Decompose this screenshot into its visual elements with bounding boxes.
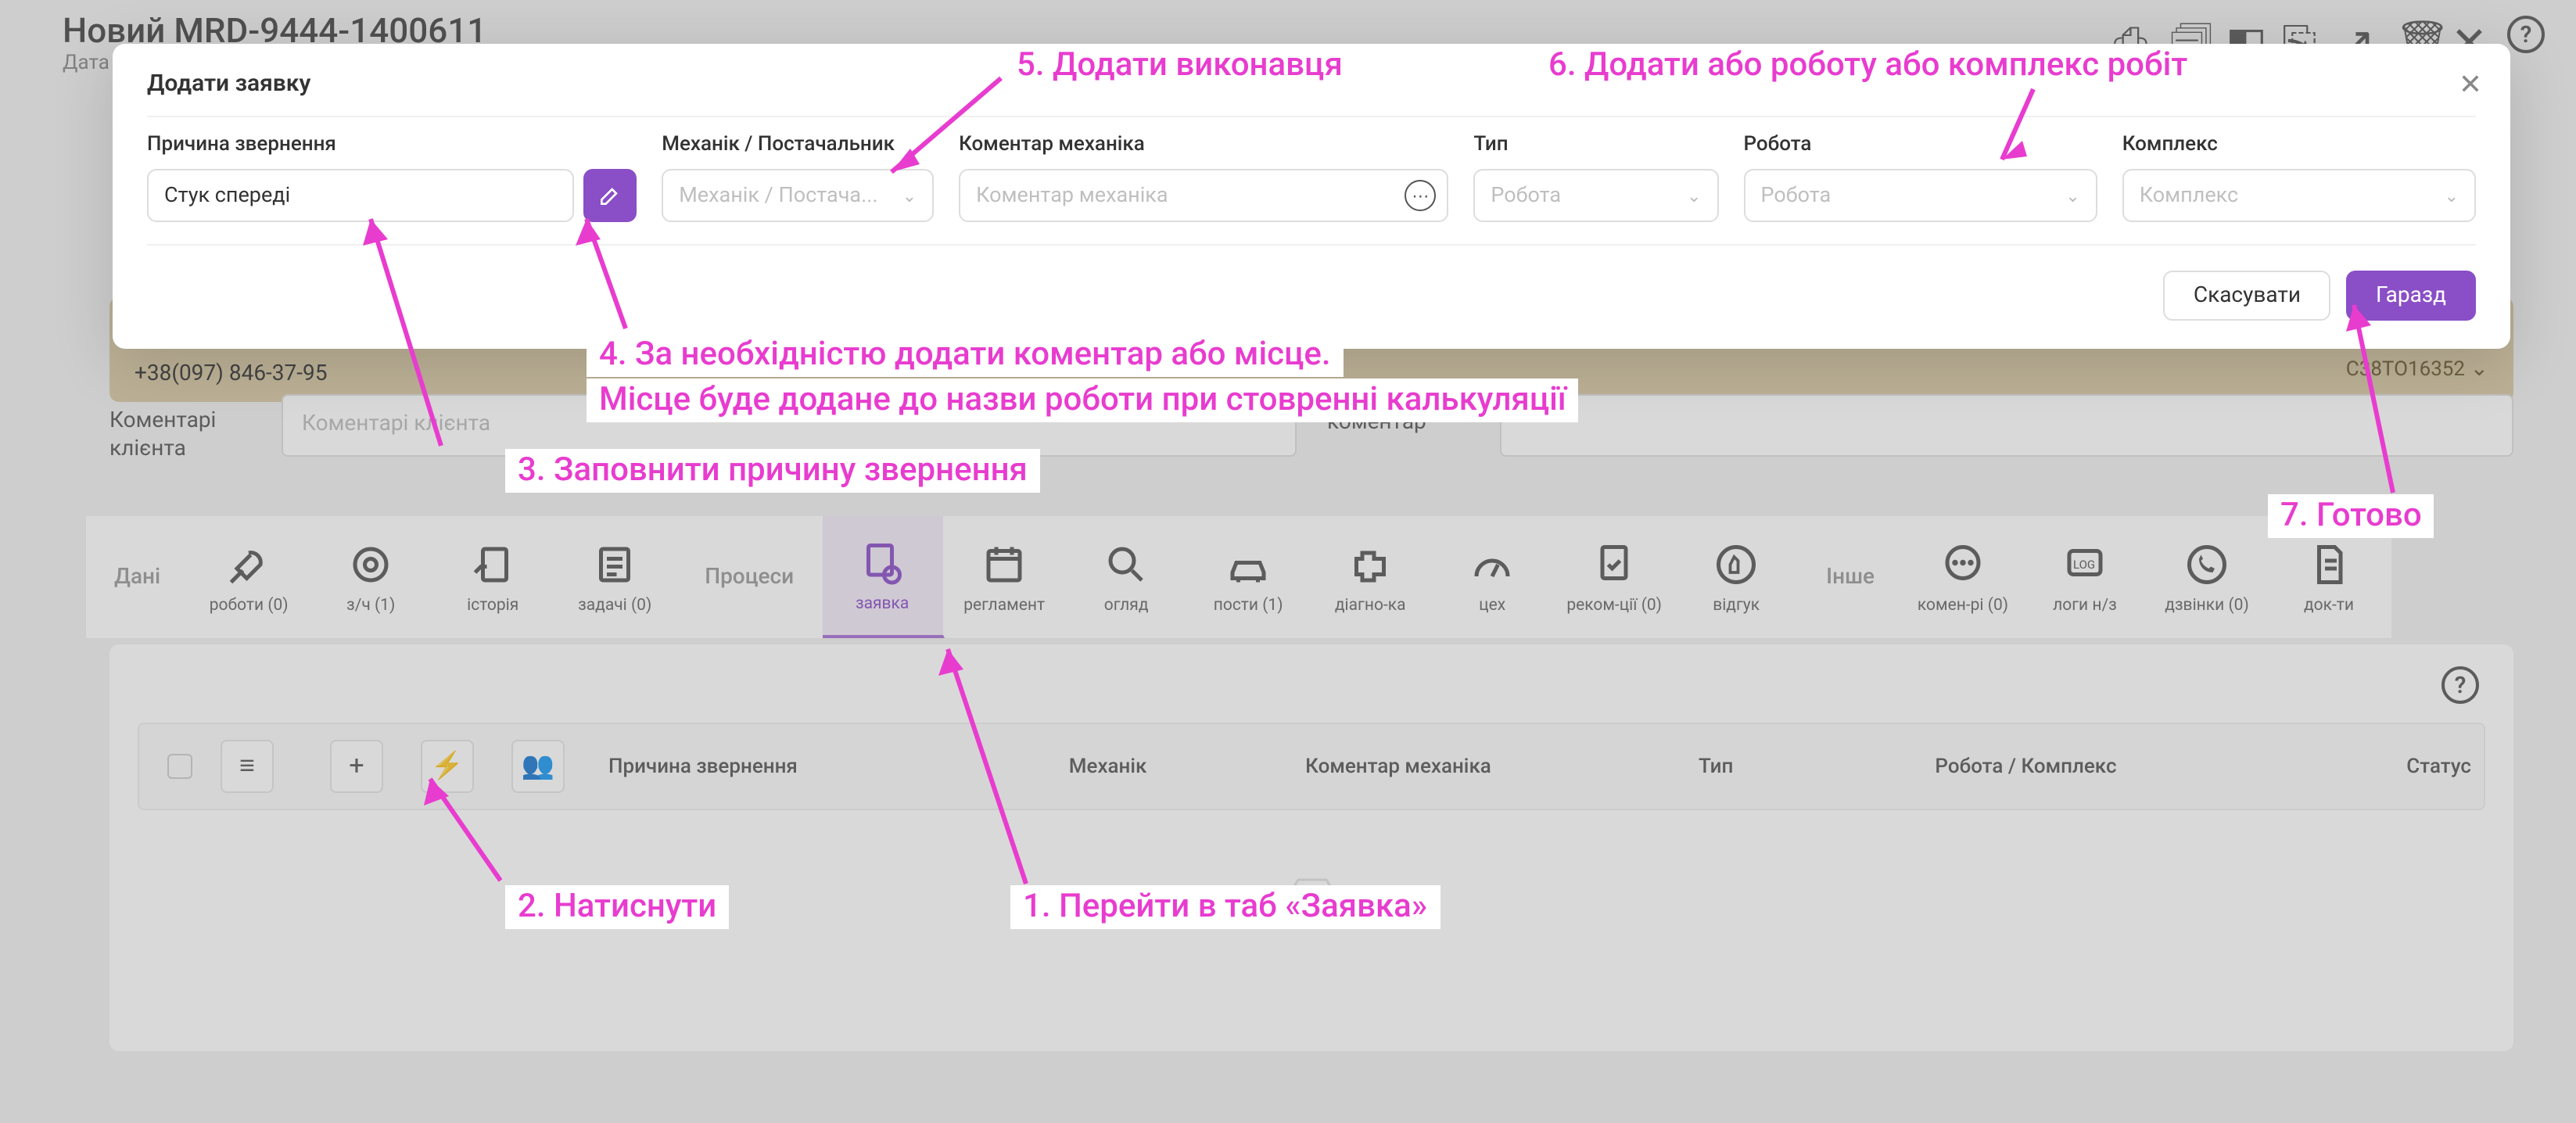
col-type: Тип [1699, 755, 1922, 778]
col-mechanic: Механік [1069, 755, 1293, 778]
car-clipboard-icon [469, 540, 516, 587]
modal-close-button[interactable]: ✕ [2459, 69, 2482, 102]
engine-icon [1347, 540, 1394, 587]
chevron-down-icon: ⌄ [2445, 185, 2459, 206]
tab-recommendations[interactable]: реком-ції (0) [1554, 516, 1676, 638]
thumb-up-icon [1713, 540, 1760, 587]
add-row-button[interactable]: + [330, 740, 383, 793]
tab-logs[interactable]: LOG логи н/з [2025, 516, 2147, 638]
col-status: Статус [2284, 755, 2471, 778]
document-icon [2305, 540, 2352, 587]
magnifier-car-icon [1103, 540, 1150, 587]
checklist-icon [591, 540, 638, 587]
tab-diagnostics[interactable]: діагно-ка [1310, 516, 1432, 638]
tab-parts[interactable]: з/ч (1) [310, 516, 432, 638]
car-lift-icon [1225, 540, 1272, 587]
cancel-button[interactable]: Скасувати [2164, 271, 2330, 321]
tab-workshop[interactable]: цех [1432, 516, 1554, 638]
input-comment[interactable]: Коментар механіка [959, 169, 1448, 222]
empty-state-icon [138, 810, 2485, 982]
tab-tasks[interactable]: задачі (0) [554, 516, 676, 638]
label-work: Робота [1743, 130, 2097, 156]
log-icon: LOG [2061, 540, 2108, 587]
col-comment: Коментар механіка [1305, 755, 1686, 778]
client-comments-label: Коментарі клієнта [109, 394, 250, 464]
chat-icon [1939, 540, 1986, 587]
order-vin-tail: C38TO16352 [2346, 358, 2465, 382]
tab-comments[interactable]: комен-рі (0) [1903, 516, 2025, 638]
phone-icon [2183, 540, 2230, 587]
tab-reglament[interactable]: регламент [944, 516, 1066, 638]
request-icon [859, 539, 906, 586]
menu-button[interactable]: ≡ [221, 740, 274, 793]
label-complex: Комплекс [2122, 130, 2476, 156]
table-header-row: ≡ + ⚡ 👥 Причина звернення Механік Комент… [138, 723, 2485, 810]
col-reason: Причина звернення [608, 755, 1057, 778]
flash-button[interactable]: ⚡ [421, 740, 474, 793]
client-comments-row: Коментарі клієнта Коментарі клієнта коме… [109, 394, 2513, 464]
input-reason[interactable]: Стук спереді [147, 169, 574, 222]
help-icon[interactable]: ? [2507, 16, 2545, 53]
toolbar-group-data: Дані [86, 516, 188, 638]
section-toolbar: Дані роботи (0) з/ч (1) історія задачі (… [86, 516, 2513, 638]
svg-text:LOG: LOG [2073, 557, 2095, 571]
document-check-icon [1591, 540, 1638, 587]
modal-title: Додати заявку [147, 69, 2476, 97]
chevron-down-icon: ⌄ [2065, 185, 2079, 206]
toolbar-group-other: Інше [1798, 516, 1903, 638]
add-request-modal: Додати заявку ✕ Причина звернення Стук с… [113, 44, 2510, 349]
tab-history[interactable]: історія [432, 516, 554, 638]
chevron-down-icon: ⌄ [1687, 185, 1701, 206]
select-work[interactable]: Робота ⌄ [1743, 169, 2097, 222]
requests-table-panel: ? ≡ + ⚡ 👥 Причина звернення Механік Коме… [109, 644, 2513, 1051]
tab-request[interactable]: заявка [822, 516, 944, 638]
label-type: Тип [1473, 130, 1718, 156]
client-comments-input[interactable]: Коментарі клієнта [282, 394, 1296, 457]
chevron-down-icon: ⌄ [902, 185, 917, 206]
tab-works[interactable]: роботи (0) [188, 516, 310, 638]
brake-disc-icon [347, 540, 394, 587]
tab-calls[interactable]: дзвінки (0) [2147, 516, 2269, 638]
select-all-checkbox[interactable] [167, 754, 192, 779]
calendar-icon [981, 540, 1028, 587]
select-mechanic[interactable]: Механік / Постача... ⌄ [662, 169, 934, 222]
tab-inspection[interactable]: огляд [1066, 516, 1188, 638]
toolbar-group-processes: Процеси [676, 516, 822, 638]
label-mechanic: Механік / Постачальник [662, 130, 934, 156]
label-reason: Причина звернення [147, 130, 637, 156]
expand-chevron-icon[interactable]: ⌄ [2470, 357, 2488, 382]
tab-feedback[interactable]: відгук [1676, 516, 1798, 638]
tab-documents[interactable]: док-ти [2269, 516, 2391, 638]
comment-input[interactable] [1499, 394, 2513, 457]
col-work: Робота / Комплекс [1935, 755, 2271, 778]
select-complex[interactable]: Комплекс ⌄ [2122, 169, 2476, 222]
select-type[interactable]: Робота ⌄ [1473, 169, 1718, 222]
edit-reason-button[interactable] [583, 169, 637, 222]
emoji-picker-button[interactable]: ⋯ [1405, 180, 1436, 211]
tab-posts[interactable]: пости (1) [1188, 516, 1310, 638]
modal-form-row: Причина звернення Стук спереді Механік /… [147, 116, 2476, 246]
assign-button[interactable]: 👥 [511, 740, 565, 793]
ok-button[interactable]: Гаразд [2346, 271, 2476, 321]
table-help-icon[interactable]: ? [2441, 666, 2479, 704]
customer-phone: +38(097) 846-37-95 [135, 361, 328, 386]
label-comment: Коментар механіка [959, 130, 1448, 156]
gauge-icon [1469, 540, 1516, 587]
wrench-icon [225, 540, 272, 587]
comment-label: коментар [1327, 394, 1468, 435]
